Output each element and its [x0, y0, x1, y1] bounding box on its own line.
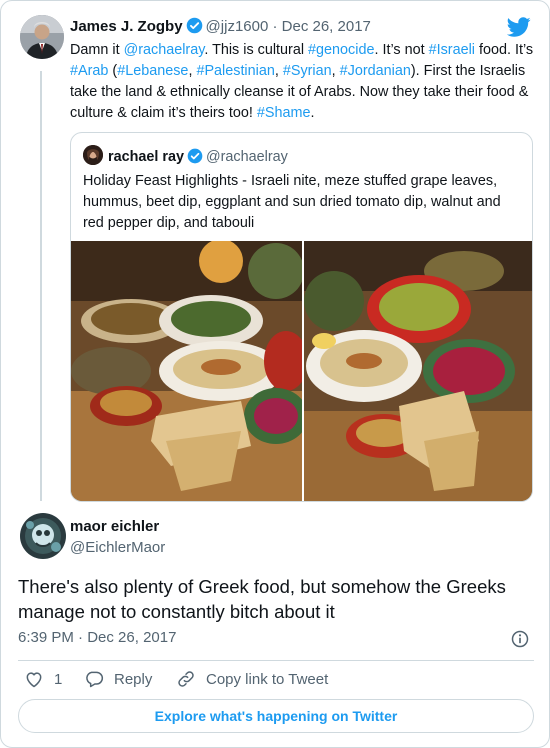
quoted-tweet[interactable]: rachael ray @rachaelray Holiday Feast Hig…: [70, 132, 533, 502]
reply-icon: [86, 671, 104, 688]
text-segment: . This is cultural: [204, 42, 309, 58]
copy-link-button[interactable]: Copy link to Tweet: [176, 669, 328, 689]
hashtag-link[interactable]: #Israeli: [429, 42, 475, 58]
text-segment: . It’s not: [374, 42, 429, 58]
author-avatar-image: [20, 15, 64, 59]
reply-time: 6:39 PM: [18, 629, 74, 646]
embedded-tweet-card: James J. Zogby @jjz1600 · Dec 26, 2017 Da…: [0, 0, 550, 748]
reply-timestamp[interactable]: 6:39 PM · Dec 26, 2017: [18, 629, 176, 646]
reply-button[interactable]: Reply: [84, 669, 152, 689]
like-button[interactable]: 1: [24, 669, 62, 689]
heart-icon: [26, 672, 42, 688]
mention-link[interactable]: @rachaelray: [124, 42, 205, 58]
author-handle[interactable]: @jjz1600: [206, 18, 269, 35]
author-name[interactable]: James J. Zogby: [70, 18, 183, 35]
text-segment: .: [310, 105, 315, 121]
reply-author-name[interactable]: maor eichler: [70, 518, 159, 535]
tweet-text: Damn it @rachaelray. This is cultural #g…: [70, 40, 540, 124]
thread-connector-line: [40, 71, 42, 501]
reply-author-handle[interactable]: @EichlerMaor: [70, 539, 165, 556]
author-line: James J. Zogby @jjz1600 · Dec 26, 2017: [70, 17, 371, 35]
info-icon[interactable]: [510, 629, 530, 649]
text-segment: food. It’s: [474, 42, 534, 58]
food-photo-1[interactable]: [71, 241, 302, 501]
verified-badge-icon: [187, 148, 203, 164]
reply-date: Dec 26, 2017: [87, 629, 177, 646]
divider: [18, 660, 534, 661]
text-segment: ,: [331, 63, 340, 79]
meta-separator: ·: [78, 629, 84, 646]
dot-separator: ·: [268, 18, 282, 35]
quoted-author-handle[interactable]: @rachaelray: [206, 149, 288, 165]
explore-button[interactable]: Explore what's happening on Twitter: [18, 699, 534, 733]
text-segment: (: [108, 63, 118, 79]
reply-author-avatar[interactable]: [20, 513, 66, 559]
copy-link-label: Copy link to Tweet: [206, 670, 329, 688]
text-segment: Damn it: [70, 42, 124, 58]
food-photo-2[interactable]: [304, 241, 532, 501]
quoted-author-avatar[interactable]: [83, 145, 103, 165]
quoted-author-name[interactable]: rachael ray: [108, 149, 184, 165]
quoted-tweet-text: Holiday Feast Highlights - Israeli nite,…: [83, 173, 501, 231]
hashtag-link[interactable]: #Arab: [70, 63, 108, 79]
like-count: 1: [54, 670, 63, 688]
hashtag-link[interactable]: #Shame: [257, 105, 311, 121]
hashtag-link[interactable]: #Palestinian: [196, 63, 274, 79]
hashtag-link[interactable]: #Jordanian: [340, 63, 411, 79]
hashtag-link[interactable]: #genocide: [308, 42, 374, 58]
link-icon: [178, 671, 194, 687]
reply-tweet-text: There's also plenty of Greek food, but s…: [18, 576, 506, 622]
quoted-author-line: rachael ray @rachaelray: [83, 145, 288, 165]
text-segment: ,: [274, 63, 283, 79]
hashtag-link[interactable]: #Lebanese: [117, 63, 188, 79]
verified-badge-icon: [186, 17, 202, 34]
reply-label: Reply: [114, 670, 153, 688]
hashtag-link[interactable]: #Syrian: [283, 63, 332, 79]
twitter-bird-icon[interactable]: [507, 15, 531, 39]
tweet-date[interactable]: Dec 26, 2017: [282, 18, 371, 35]
author-avatar[interactable]: [20, 15, 64, 59]
